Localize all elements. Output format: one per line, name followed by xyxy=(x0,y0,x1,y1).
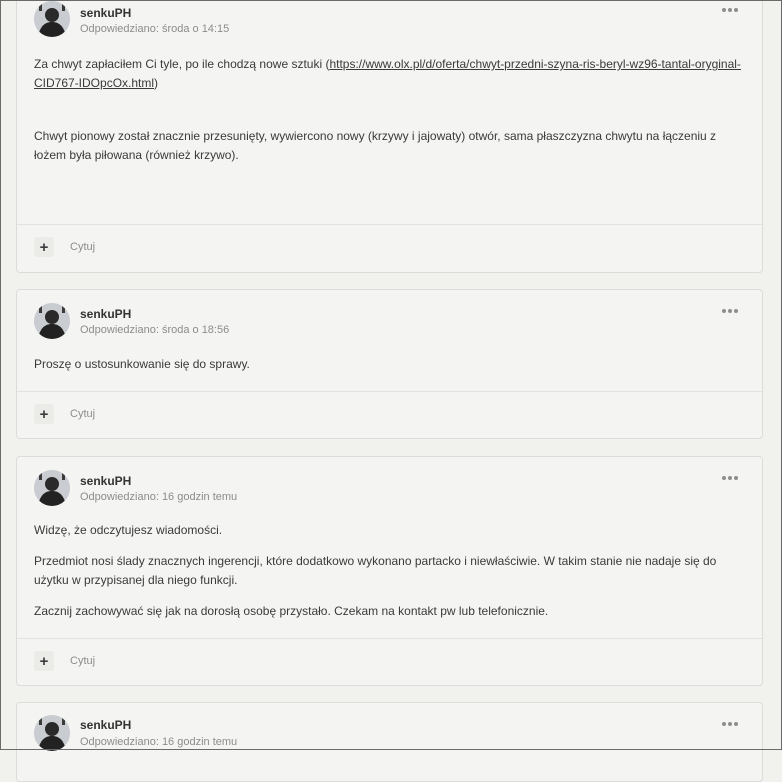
post-paragraph: Proszę o ustosunkowanie się do sprawy. xyxy=(34,357,250,371)
post-actions: + Cytuj xyxy=(17,224,762,272)
plus-icon[interactable]: + xyxy=(34,651,54,671)
quote-button[interactable]: Cytuj xyxy=(70,408,95,420)
post-paragraph: Chwyt pionowy został znacznie przesunięt… xyxy=(34,129,717,162)
avatar[interactable] xyxy=(34,1,70,37)
post-3: senkuPH Odpowiedziano: 16 godzin temu Wi… xyxy=(16,456,763,686)
avatar-image xyxy=(34,470,70,506)
more-horizontal-icon[interactable] xyxy=(722,473,738,483)
quote-button[interactable]: Cytuj xyxy=(70,241,95,253)
post-actions: + Cytuj xyxy=(17,391,762,438)
avatar-image xyxy=(34,715,70,751)
plus-icon[interactable]: + xyxy=(34,237,54,257)
author-name[interactable]: senkuPH xyxy=(80,6,131,20)
more-horizontal-icon[interactable] xyxy=(722,719,738,729)
paragraph-text: ) xyxy=(154,76,159,90)
plus-icon[interactable]: + xyxy=(34,404,54,424)
post-1: senkuPH Odpowiedziano: środa o 14:15 Za … xyxy=(16,0,763,273)
post-content: Proszę o ustosunkowanie się do sprawy. xyxy=(17,346,762,374)
post-content: Widzę, że odczytujesz wiadomości. Przedm… xyxy=(17,513,762,621)
post-paragraph: Za chwyt zapłaciłem Ci tyle, po ile chod… xyxy=(34,55,745,93)
post-timestamp: Odpowiedziano: 16 godzin temu xyxy=(80,736,238,748)
post-paragraph: Przedmiot nosi ślady znacznych ingerencj… xyxy=(34,554,717,587)
more-horizontal-icon[interactable] xyxy=(722,306,738,316)
post-timestamp: Odpowiedziano: środa o 18:56 xyxy=(80,324,230,336)
author-name[interactable]: senkuPH xyxy=(80,474,131,488)
post-paragraph: Zacznij zachowywać się jak na dorosłą os… xyxy=(34,604,549,618)
more-horizontal-icon[interactable] xyxy=(722,5,738,15)
author-name[interactable]: senkuPH xyxy=(80,307,131,321)
author-name[interactable]: senkuPH xyxy=(80,718,131,732)
quote-button[interactable]: Cytuj xyxy=(70,655,95,667)
post-actions: + Cytuj xyxy=(17,638,762,685)
paragraph-text: Za chwyt zapłaciłem Ci tyle, po ile chod… xyxy=(34,57,330,71)
post-paragraph: Widzę, że odczytujesz wiadomości. xyxy=(34,523,223,537)
avatar-image xyxy=(34,1,70,37)
avatar-image xyxy=(34,303,70,339)
avatar[interactable] xyxy=(34,470,70,506)
post-timestamp: Odpowiedziano: 16 godzin temu xyxy=(80,491,238,503)
post-timestamp: Odpowiedziano: środa o 14:15 xyxy=(80,23,230,35)
avatar[interactable] xyxy=(34,303,70,339)
post-4: senkuPH Odpowiedziano: 16 godzin temu xyxy=(16,702,763,782)
post-2: senkuPH Odpowiedziano: środa o 18:56 Pro… xyxy=(16,289,763,439)
post-content: Za chwyt zapłaciłem Ci tyle, po ile chod… xyxy=(17,49,762,165)
avatar[interactable] xyxy=(34,715,70,751)
